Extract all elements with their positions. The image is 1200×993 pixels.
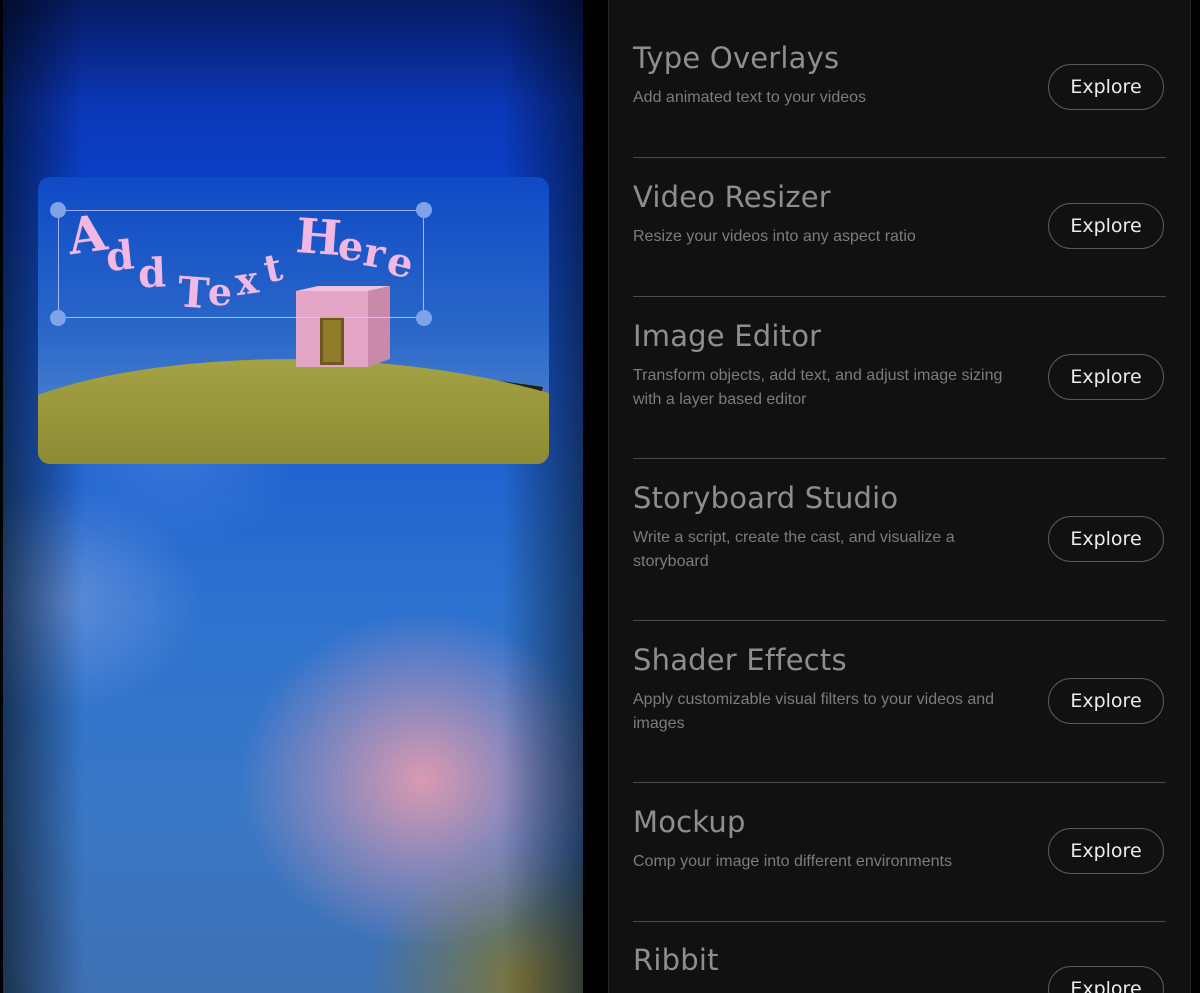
preview-image-card[interactable]: A d d T e x t H e r e xyxy=(38,177,549,464)
tool-description: Add animated text to your videos xyxy=(633,89,867,106)
app-screen: A d d T e x t H e r e Type Overlays Add … xyxy=(0,0,1200,993)
divider xyxy=(633,296,1166,297)
tool-title: Type Overlays xyxy=(633,41,840,75)
tool-description: Apply customizable visual filters to you… xyxy=(633,691,995,732)
explore-button[interactable]: Explore xyxy=(1048,966,1164,993)
tool-title: Mockup xyxy=(633,805,746,839)
divider xyxy=(633,458,1166,459)
explore-button[interactable]: Explore xyxy=(1048,516,1164,562)
explore-button[interactable]: Explore xyxy=(1048,64,1164,110)
preview-panel: A d d T e x t H e r e xyxy=(3,0,583,993)
tool-type-overlays: Type Overlays Add animated text to your … xyxy=(633,41,1166,141)
explore-button[interactable]: Explore xyxy=(1048,203,1164,249)
explore-button[interactable]: Explore xyxy=(1048,354,1164,400)
divider xyxy=(633,620,1166,621)
explore-button[interactable]: Explore xyxy=(1048,678,1164,724)
tool-title: Storyboard Studio xyxy=(633,481,899,515)
divider xyxy=(633,921,1166,922)
tool-ribbit: Ribbit Explore xyxy=(633,943,1166,993)
resize-handle-bottom-left[interactable] xyxy=(50,310,66,326)
explore-button[interactable]: Explore xyxy=(1048,828,1164,874)
divider xyxy=(633,782,1166,783)
text-selection-box[interactable] xyxy=(50,202,432,326)
tool-storyboard-studio: Storyboard Studio Write a script, create… xyxy=(633,481,1166,601)
divider xyxy=(633,157,1166,158)
resize-handle-top-right[interactable] xyxy=(416,202,432,218)
tool-title: Ribbit xyxy=(633,943,719,977)
tool-title: Shader Effects xyxy=(633,643,847,677)
resize-handle-bottom-right[interactable] xyxy=(416,310,432,326)
tool-video-resizer: Video Resizer Resize your videos into an… xyxy=(633,180,1166,280)
tool-title: Video Resizer xyxy=(633,180,831,214)
tool-description: Transform objects, add text, and adjust … xyxy=(633,367,1003,408)
tool-title: Image Editor xyxy=(633,319,822,353)
tool-shader-effects: Shader Effects Apply customizable visual… xyxy=(633,643,1166,763)
tool-description: Comp your image into different environme… xyxy=(633,853,952,870)
tool-description: Resize your videos into any aspect ratio xyxy=(633,228,916,245)
tool-mockup: Mockup Comp your image into different en… xyxy=(633,805,1166,905)
resize-handle-top-left[interactable] xyxy=(50,202,66,218)
tools-panel: Type Overlays Add animated text to your … xyxy=(608,0,1191,993)
tool-image-editor: Image Editor Transform objects, add text… xyxy=(633,319,1166,439)
tool-description: Write a script, create the cast, and vis… xyxy=(633,529,955,570)
